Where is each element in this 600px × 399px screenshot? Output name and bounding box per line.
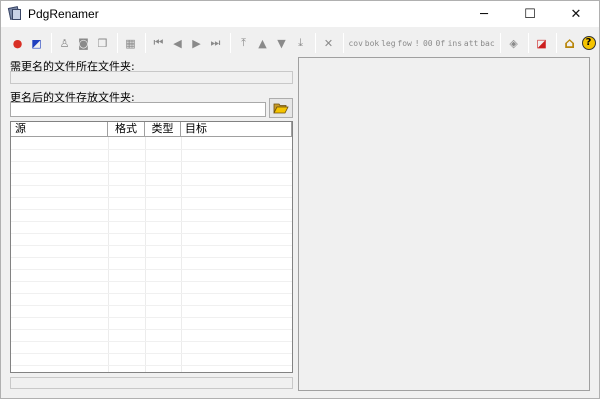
maximize-button[interactable]: ☐ xyxy=(507,1,553,27)
eraser-button[interactable]: ◈ xyxy=(505,33,522,53)
camera-button[interactable]: ◙ xyxy=(75,33,92,53)
user-icon: ♙ xyxy=(59,36,70,50)
excl-button[interactable]: ! xyxy=(413,33,421,53)
toolbar: ● ◩ ♙ ◙ ❒ ▦ ⏮ ◀ ▶ ⏭ ⤒ ▲ ▼ ⤓ ✕ cov bok leg fow! 00 0f ins att ba… xyxy=(1,29,599,57)
column-header-format[interactable]: 格式 xyxy=(108,122,145,137)
book-icon: ❒ xyxy=(97,36,108,50)
eraser-icon: ◈ xyxy=(509,36,518,50)
title-bar[interactable]: PdgRenamer ─ ☐ ✕ xyxy=(1,1,599,27)
delete-button[interactable]: ✕ xyxy=(320,33,337,53)
chart-button[interactable]: ◩ xyxy=(28,33,45,53)
att-button[interactable]: att xyxy=(463,33,478,53)
rename-icon: ◪ xyxy=(536,36,547,50)
book-button[interactable]: ❒ xyxy=(94,33,111,53)
zerof-button[interactable]: 0f xyxy=(435,33,447,53)
help-button[interactable]: ? xyxy=(580,33,597,53)
toolbar-separator xyxy=(556,33,558,53)
minimize-button[interactable]: ─ xyxy=(461,1,507,27)
column-header-type[interactable]: 类型 xyxy=(145,122,181,137)
list-header: 源 格式 类型 目标 xyxy=(11,122,292,137)
folder-open-icon xyxy=(273,103,289,114)
app-icon xyxy=(7,6,23,22)
status-bar xyxy=(10,377,293,389)
delete-icon: ✕ xyxy=(323,36,334,50)
bookmark-button[interactable]: ▦ xyxy=(122,33,139,53)
first-button[interactable]: ⏮ xyxy=(150,33,167,53)
toolbar-separator xyxy=(343,33,344,53)
toolbar-separator xyxy=(117,33,118,53)
home-icon: ⌂ xyxy=(564,34,575,52)
file-list[interactable]: 源 格式 类型 目标 xyxy=(10,121,293,373)
main-window: PdgRenamer ─ ☐ ✕ ● ◩ ♙ ◙ ❒ ▦ ⏮ ◀ ▶ ⏭ ⤒ ▲ ▼ ⤓ ✕ cov bok le… xyxy=(0,0,600,399)
move-bottom-button[interactable]: ⤓ xyxy=(292,33,309,53)
move-up-icon: ▲ xyxy=(258,36,267,50)
move-bottom-icon: ⤓ xyxy=(298,36,303,49)
column-header-target[interactable]: 目标 xyxy=(181,122,292,137)
prev-button[interactable]: ◀ xyxy=(169,33,186,53)
help-icon: ? xyxy=(581,36,596,50)
move-up-button[interactable]: ▲ xyxy=(254,33,271,53)
leg-button[interactable]: leg xyxy=(381,33,396,53)
toolbar-separator xyxy=(500,33,502,53)
bok-button[interactable]: bok xyxy=(364,33,379,53)
bookmark-icon: ▦ xyxy=(125,36,136,50)
preview-panel[interactable] xyxy=(298,57,590,391)
toolbar-separator xyxy=(51,33,52,53)
browse-folder-button[interactable] xyxy=(269,98,293,118)
prev-icon: ◀ xyxy=(173,36,182,50)
last-button[interactable]: ⏭ xyxy=(207,33,224,53)
move-down-button[interactable]: ▼ xyxy=(273,33,290,53)
first-icon: ⏮ xyxy=(153,36,164,49)
cov-button[interactable]: cov xyxy=(348,33,363,53)
next-button[interactable]: ▶ xyxy=(188,33,205,53)
dest-folder-field[interactable] xyxy=(10,102,266,117)
rename-button[interactable]: ◪ xyxy=(533,33,550,53)
color-wheel-icon: ● xyxy=(12,36,23,50)
toolbar-separator xyxy=(145,33,146,53)
camera-icon: ◙ xyxy=(78,36,89,50)
bac-button[interactable]: bac xyxy=(480,33,495,53)
move-down-icon: ▼ xyxy=(277,36,286,50)
chart-icon: ◩ xyxy=(31,36,42,50)
toolbar-separator xyxy=(315,33,316,53)
toolbar-separator xyxy=(230,33,231,53)
last-icon: ⏭ xyxy=(210,36,221,49)
move-top-button[interactable]: ⤒ xyxy=(235,33,252,53)
close-button[interactable]: ✕ xyxy=(553,1,599,27)
move-top-icon: ⤒ xyxy=(241,36,246,49)
source-folder-field[interactable] xyxy=(10,71,293,84)
column-header-source[interactable]: 源 xyxy=(11,122,108,137)
toolbar-separator xyxy=(528,33,530,53)
fow-button[interactable]: fow xyxy=(397,33,412,53)
home-button[interactable]: ⌂ xyxy=(561,33,578,53)
color-wheel-button[interactable]: ● xyxy=(9,33,26,53)
zero-button[interactable]: 00 xyxy=(422,33,434,53)
window-title: PdgRenamer xyxy=(28,7,99,21)
user-button[interactable]: ♙ xyxy=(56,33,73,53)
ins-button[interactable]: ins xyxy=(447,33,462,53)
list-body[interactable] xyxy=(11,137,292,372)
next-icon: ▶ xyxy=(192,36,201,50)
